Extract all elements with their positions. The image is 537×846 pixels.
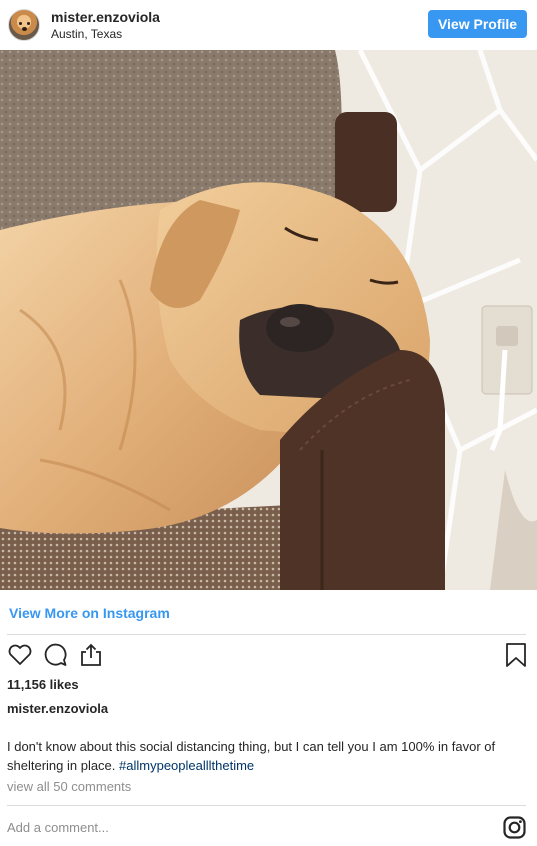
divider <box>7 805 526 806</box>
avatar[interactable] <box>8 9 40 41</box>
heart-icon[interactable] <box>7 642 33 668</box>
instagram-icon[interactable] <box>503 816 526 839</box>
share-icon[interactable] <box>78 642 104 668</box>
instagram-embed-card: mister.enzoviola Austin, Texas View Prof… <box>0 0 537 846</box>
view-profile-button[interactable]: View Profile <box>428 10 527 38</box>
add-comment-input[interactable]: Add a comment... <box>7 820 109 835</box>
post-header: mister.enzoviola Austin, Texas View Prof… <box>0 0 537 50</box>
bookmark-icon[interactable] <box>503 642 529 668</box>
view-more-on-instagram-link[interactable]: View More on Instagram <box>9 605 170 621</box>
caption-hashtag[interactable]: #allmypeoplealllthetime <box>119 758 254 773</box>
like-count[interactable]: 11,156 likes <box>7 677 79 692</box>
view-all-comments-link[interactable]: view all 50 comments <box>7 779 131 794</box>
header-username[interactable]: mister.enzoviola <box>51 9 160 25</box>
comment-icon[interactable] <box>42 642 68 668</box>
caption-username[interactable]: mister.enzoviola <box>7 701 108 716</box>
divider <box>7 634 526 635</box>
header-location[interactable]: Austin, Texas <box>51 27 122 41</box>
post-caption: I don't know about this social distancin… <box>7 737 527 775</box>
post-photo[interactable] <box>0 50 537 590</box>
